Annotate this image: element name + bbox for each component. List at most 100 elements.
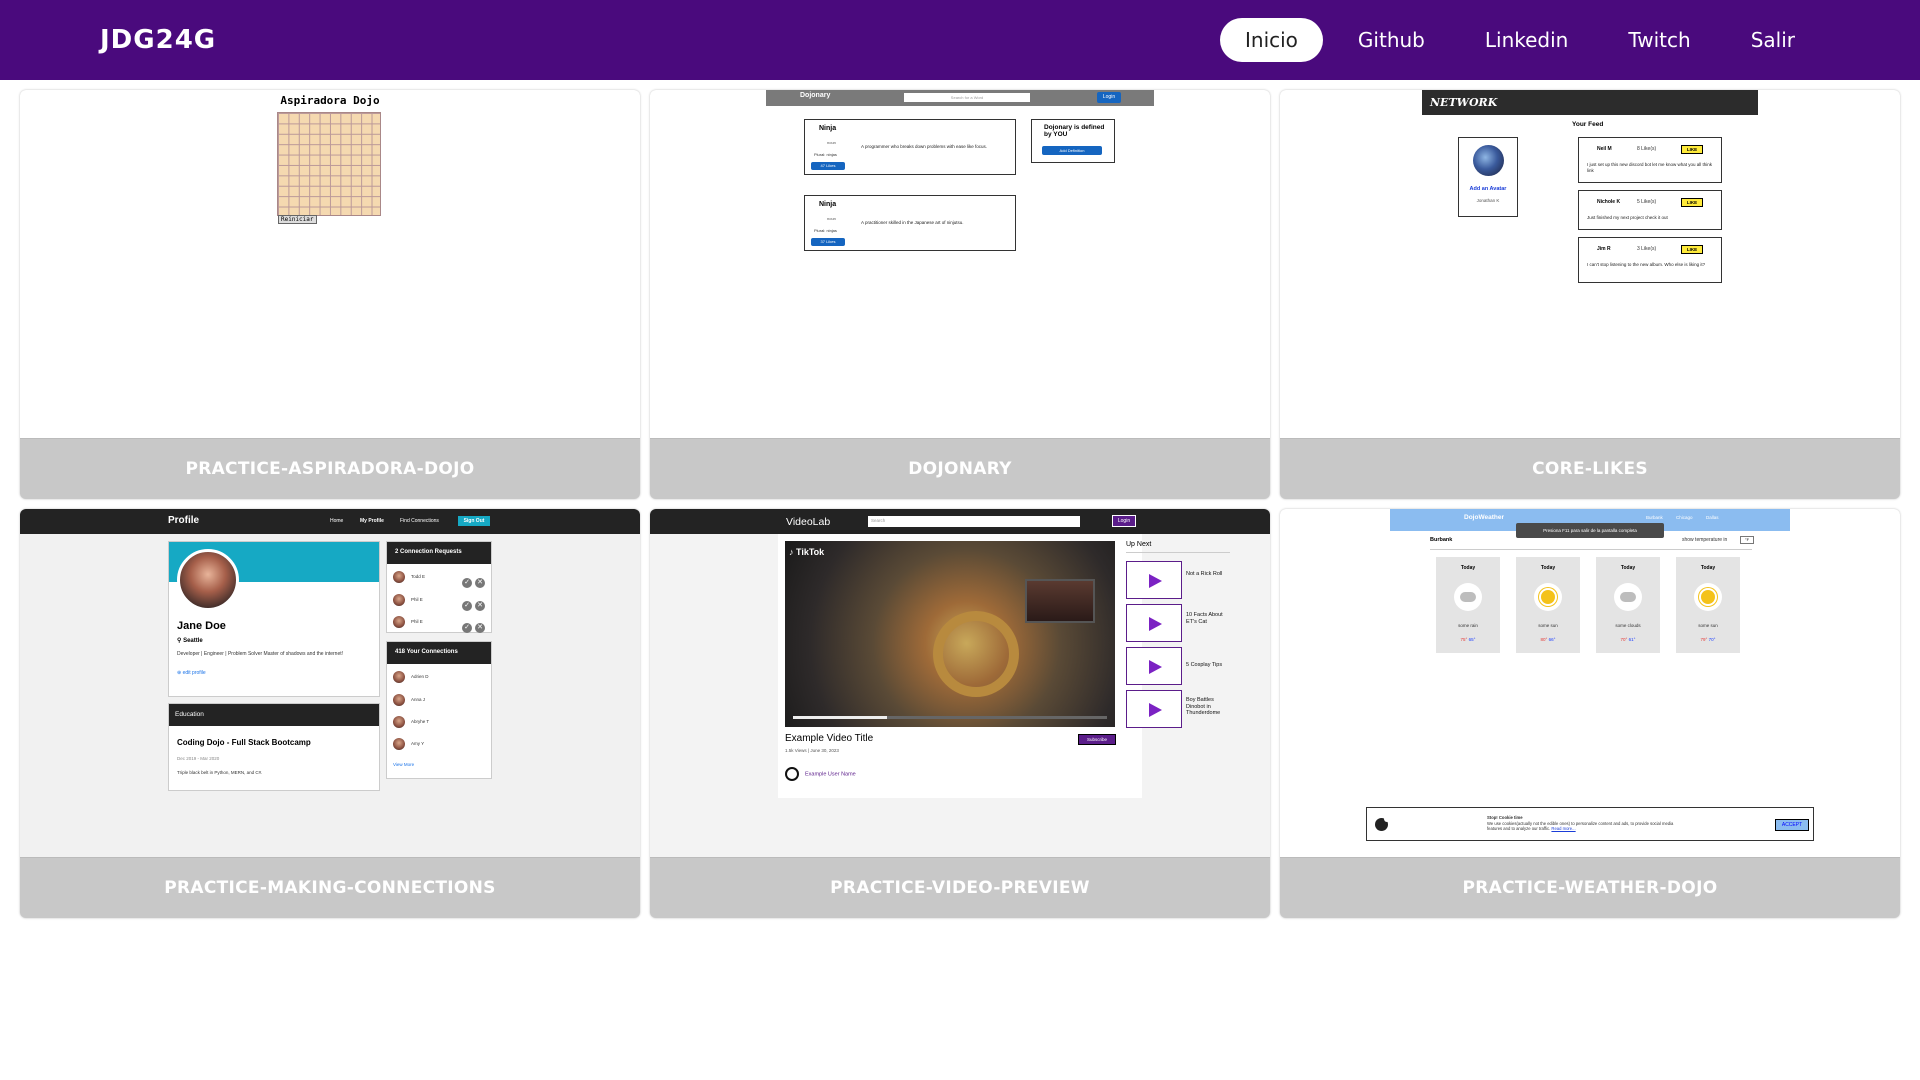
video-channel: Example User Name (785, 767, 856, 781)
project-card-making-connections[interactable]: Profile Home My Profile Find Connections… (20, 509, 640, 918)
connection-name: Anna J (411, 697, 426, 703)
forecast-card: Today some sun 79° 70° (1676, 557, 1740, 653)
connection-item: Adrien D (393, 671, 429, 683)
project-thumbnail[interactable]: VideoLab Search Login ♪ TikTok Example V… (650, 509, 1270, 858)
request-item: Todd E (393, 571, 425, 583)
video-title: Example Video Title (785, 733, 874, 744)
project-thumbnail[interactable]: Dojonary Search for a Word Login Ninja n… (650, 90, 1270, 439)
entry-definition: A practitioner skilled in the Japanese a… (861, 220, 964, 225)
preview-entry: Ninja noun Plural: ninjas 37 Likes A pra… (804, 195, 1016, 251)
panel-header: 418 Your Connections (387, 642, 491, 664)
video-progress-bar (793, 716, 1107, 719)
preview-navbar: NETWORK (1422, 90, 1758, 115)
feed-post: Jim R 3 Like(s) LIKE I can't stop listen… (1578, 237, 1722, 283)
like-button: LIKE (1681, 245, 1703, 254)
up-next-thumbnail (1126, 604, 1182, 642)
preview-nav-city: Chicago (1676, 515, 1693, 520)
post-text: Just finished my next project check it o… (1587, 215, 1668, 220)
forecast-low: 70° (1708, 637, 1716, 642)
project-title[interactable]: PRACTICE-MAKING-CONNECTIONS (20, 858, 640, 918)
cookie-accept-button: ACCEPT (1775, 819, 1809, 831)
project-title[interactable]: PRACTICE-ASPIRADORA-DOJO (20, 439, 640, 499)
post-likes: 5 Like(s) (1637, 199, 1657, 205)
nav-link-linkedin[interactable]: Linkedin (1460, 18, 1593, 62)
preview-title: Aspiradora Dojo (280, 94, 380, 107)
cloud-shape (1620, 592, 1636, 602)
preview-title: Profile (168, 515, 200, 526)
forecast-card: Today some rain 75° 65° (1436, 557, 1500, 653)
channel-name: Example User Name (805, 771, 856, 778)
panel-title: Connection Requests (400, 549, 462, 555)
cookie-message: We use cookies(actually not the edible o… (1487, 820, 1674, 832)
video-scene (933, 611, 1019, 697)
request-actions: ✓ ✕ (459, 571, 485, 589)
panel-header: 2 Connection Requests (387, 542, 491, 564)
nav-link-twitch[interactable]: Twitch (1603, 18, 1715, 62)
project-card-video-preview[interactable]: VideoLab Search Login ♪ TikTok Example V… (650, 509, 1270, 918)
profile-location: ⚲ Seattle (177, 637, 203, 644)
location-text: Seattle (183, 638, 203, 644)
cookie-read-more-link: Read more... (1551, 826, 1576, 831)
avatar (393, 616, 405, 628)
edit-label: edit profile (182, 670, 206, 676)
project-thumbnail[interactable]: Aspiradora Dojo Reiniciar (20, 90, 640, 439)
tiktok-label: TikTok (796, 547, 825, 557)
accept-icon: ✓ (462, 623, 472, 633)
connection-name: Amy Y (411, 741, 425, 747)
entry-definition: A programmer who breaks down problems wi… (861, 144, 988, 149)
request-item: Phil E (393, 616, 423, 628)
like-button: LIKE (1681, 198, 1703, 207)
temperature-unit-select: °F (1740, 536, 1754, 544)
preview-nav-home: Home (330, 518, 344, 524)
nav-link-github[interactable]: Github (1333, 18, 1450, 62)
project-title[interactable]: CORE-LIKES (1280, 439, 1900, 499)
post-likes: 3 Like(s) (1637, 246, 1657, 252)
nav-link-salir[interactable]: Salir (1726, 18, 1820, 62)
brand-logo[interactable]: JDG24G (100, 25, 216, 55)
education-school: Coding Dojo - Full Stack Bootcamp (177, 738, 311, 747)
video-progress-fill (793, 716, 888, 719)
project-card-dojonary[interactable]: Dojonary Search for a Word Login Ninja n… (650, 90, 1270, 499)
up-next-thumbnail (1126, 690, 1182, 728)
project-thumbnail[interactable]: NETWORK Your Feed Add an Avatar Jonathan… (1280, 90, 1900, 439)
temperature-label: show temperature in (1682, 537, 1728, 543)
project-title[interactable]: DOJONARY (650, 439, 1270, 499)
project-title[interactable]: PRACTICE-WEATHER-DOJO (1280, 858, 1900, 918)
entry-plural: Plural: ninjas (814, 152, 837, 157)
rain-cloud-icon (1454, 583, 1482, 611)
project-card-weather-dojo[interactable]: DojoWeather Burbank Chicago Dallas Presi… (1280, 509, 1900, 918)
avatar (177, 549, 239, 611)
avatar (1473, 145, 1504, 176)
preview-navbar: Dojonary Search for a Word Login (766, 90, 1154, 106)
forecast-high: 80° (1540, 637, 1548, 642)
forecast-description: some sun (1698, 623, 1718, 628)
project-card-aspiradora[interactable]: Aspiradora Dojo Reiniciar PRACTICE-ASPIR… (20, 90, 640, 499)
preview-login-button: Login (1097, 92, 1121, 103)
post-author: Nichole K (1597, 199, 1621, 205)
forecast-day: Today (1540, 565, 1556, 571)
requests-count-badge: 2 (395, 549, 399, 555)
video-webcam-overlay (1025, 579, 1095, 623)
request-actions: ✓ ✕ (459, 616, 485, 634)
cookie-text: Stop! Cookie time We use cookies(actuall… (1487, 815, 1677, 832)
profile-card: Jane Doe ⚲ Seattle Developer | Engineer … (168, 541, 380, 697)
view-more-link: View More (393, 762, 415, 767)
entry-pos: noun (827, 216, 836, 221)
nav-link-inicio[interactable]: Inicio (1220, 18, 1323, 62)
project-thumbnail[interactable]: Profile Home My Profile Find Connections… (20, 509, 640, 858)
panel-title: Your Connections (406, 649, 458, 655)
feed-title: Your Feed (1572, 121, 1604, 128)
project-thumbnail[interactable]: DojoWeather Burbank Chicago Dallas Presi… (1280, 509, 1900, 858)
preview-nav-city: Dallas (1706, 515, 1719, 520)
fullscreen-toast: Presiona F11 para salir de la pantalla c… (1516, 523, 1664, 538)
post-author: Neil M (1597, 146, 1612, 152)
request-item: Phil E (393, 594, 423, 606)
education-dates: Dec 2019 - Mar 2020 (177, 756, 220, 761)
request-name: Phil E (411, 597, 423, 603)
up-next-thumbnail (1126, 647, 1182, 685)
cloud-shape (1460, 592, 1476, 602)
project-card-core-likes[interactable]: NETWORK Your Feed Add an Avatar Jonathan… (1280, 90, 1900, 499)
project-title[interactable]: PRACTICE-VIDEO-PREVIEW (650, 858, 1270, 918)
nav-links: Inicio Github Linkedin Twitch Salir (1220, 18, 1820, 62)
avatar (393, 571, 405, 583)
